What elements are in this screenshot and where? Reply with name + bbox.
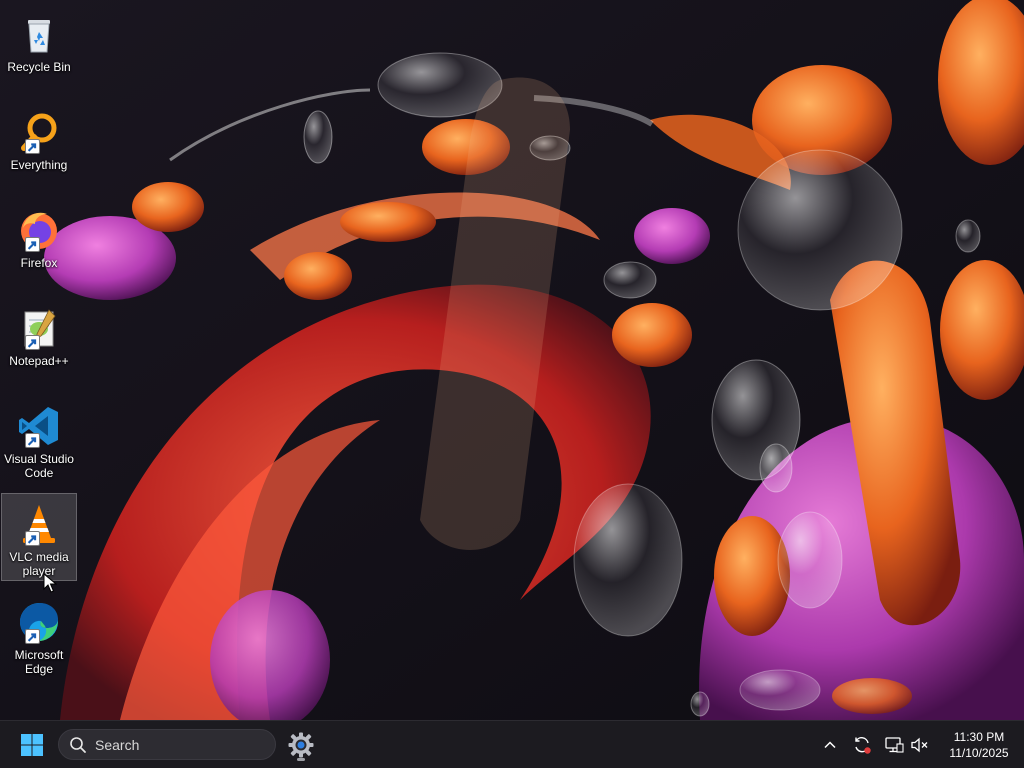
desktop-icon-label: Everything	[10, 158, 68, 172]
desktop-icon-label: Notepad++	[9, 354, 69, 368]
shortcut-arrow-icon	[25, 629, 40, 644]
taskbar-clock[interactable]: 11:30 PM 11/10/2025	[936, 729, 1022, 761]
vscode-icon	[15, 402, 63, 450]
windows-logo-icon	[21, 734, 43, 756]
edge-icon	[15, 598, 63, 646]
vlc-cone-icon	[15, 500, 63, 548]
search-icon	[69, 736, 87, 754]
desktop-icon-label: Firefox	[20, 256, 58, 270]
desktop-icon-notepad-plus-plus[interactable]: Notepad++	[2, 298, 76, 374]
desktop-icon-label: Microsoft Edge	[14, 648, 64, 676]
mouse-pointer-icon	[43, 573, 57, 593]
taskbar-search-box[interactable]: Search	[58, 729, 276, 760]
everything-search-icon	[15, 108, 63, 156]
desktop-icon-label: VLC media player	[9, 550, 69, 578]
tray-sync-button[interactable]	[850, 733, 874, 757]
notepad-plus-plus-icon	[15, 304, 63, 352]
desktop-icon-microsoft-edge[interactable]: Microsoft Edge	[2, 592, 76, 678]
shortcut-arrow-icon	[25, 335, 40, 350]
wallpaper-image	[0, 0, 1024, 720]
desktop-icon-vlc-media-player[interactable]: VLC media player	[1, 493, 77, 581]
shortcut-arrow-icon	[25, 139, 40, 154]
desktop-icon-everything[interactable]: Everything	[2, 102, 76, 178]
desktop-icon-visual-studio-code[interactable]: Visual Studio Code	[2, 396, 76, 482]
firefox-icon	[15, 206, 63, 254]
desktop-icon-label: Recycle Bin	[7, 60, 71, 74]
desktop-icon-recycle-bin[interactable]: Recycle Bin	[2, 4, 76, 80]
clock-time: 11:30 PM	[953, 730, 1005, 744]
tray-volume-button[interactable]	[908, 733, 932, 757]
sync-icon	[855, 737, 871, 754]
recycle-bin-icon	[15, 10, 63, 58]
taskbar-app-settings[interactable]	[282, 727, 320, 763]
tray-network-button[interactable]	[882, 733, 906, 757]
chevron-up-icon	[824, 741, 836, 749]
shortcut-arrow-icon	[25, 531, 40, 546]
shortcut-arrow-icon	[25, 433, 40, 448]
clock-date: 11/10/2025	[949, 746, 1009, 760]
shortcut-arrow-icon	[25, 237, 40, 252]
search-placeholder: Search	[95, 736, 140, 753]
speaker-muted-icon	[911, 737, 928, 753]
start-button[interactable]	[12, 727, 52, 763]
show-hidden-icons-button[interactable]	[818, 733, 842, 757]
running-indicator	[297, 758, 305, 761]
network-icon	[885, 737, 904, 753]
taskbar: Search 11:30 PM 11/10/2025	[0, 720, 1024, 768]
desktop[interactable]: Recycle Bin Everything Firefox Notepad++…	[0, 0, 1024, 720]
desktop-icon-firefox[interactable]: Firefox	[2, 200, 76, 276]
gear-icon	[288, 732, 314, 758]
desktop-icon-label: Visual Studio Code	[4, 452, 74, 480]
